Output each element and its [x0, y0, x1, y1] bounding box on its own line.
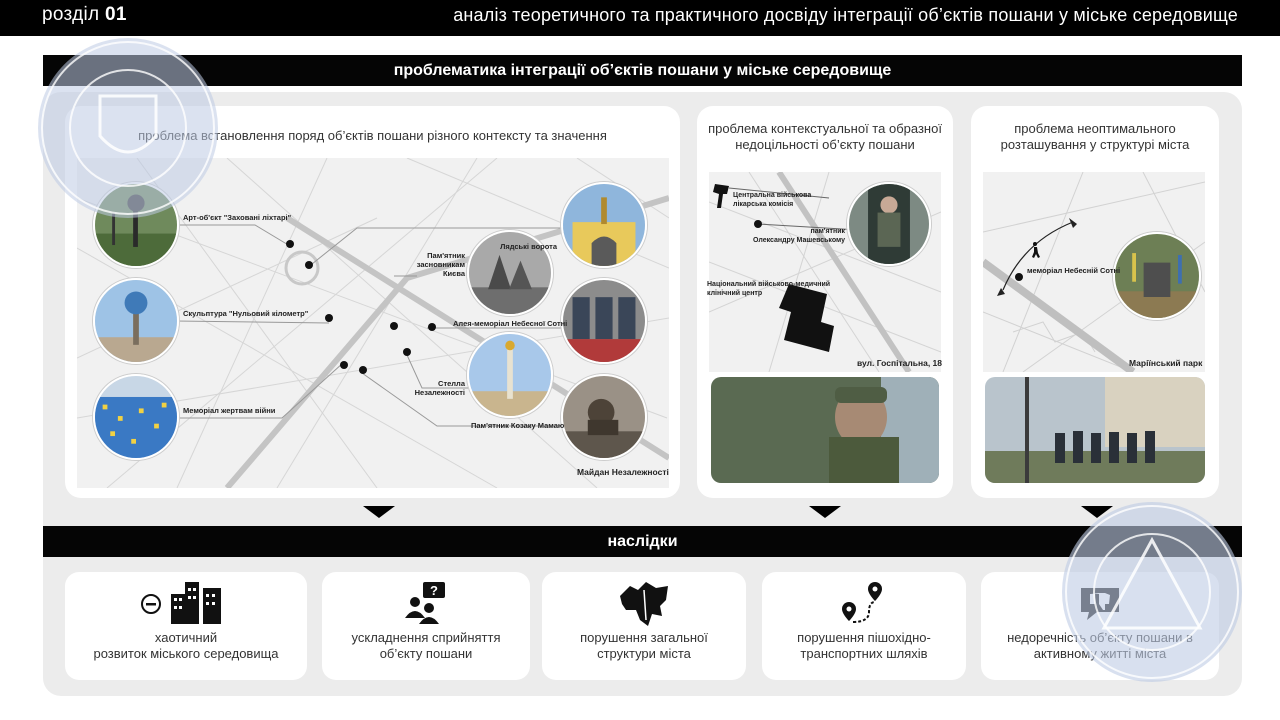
- arrow-down-icon: [363, 506, 395, 518]
- photo-mamai-monument: [561, 374, 647, 460]
- label-commission: Центральна військова лікарська комісія: [733, 192, 812, 208]
- label-maidan: Майдан Незалежності: [577, 467, 669, 477]
- photo-heavenly-hundred-memorial: [1113, 232, 1201, 320]
- page-title: аналіз теоретичного та практичного досві…: [453, 5, 1238, 25]
- panel-title: проблема контекстуальної та образної нед…: [708, 121, 942, 152]
- effect-card-perception: ? ускладнення сприйняття об’єкту пошани: [322, 572, 530, 680]
- svg-text:?: ?: [430, 583, 438, 598]
- map-dot: [325, 314, 333, 322]
- panel-suboptimal-location: проблема неоптимального розташування у с…: [971, 106, 1219, 498]
- label-zero-kilometer: Скульптура "Нульовий кілометр": [183, 309, 309, 318]
- map-dot: [428, 323, 436, 331]
- section-word: розділ: [42, 4, 100, 25]
- city-map-icon: [542, 580, 746, 628]
- section-number: 01: [105, 4, 127, 25]
- effect-text: порушення загальної структури міста: [580, 630, 708, 661]
- photo-independence-column: [467, 332, 553, 418]
- label-mashevsky: пам'ятник Олександру Машевському: [752, 228, 845, 244]
- arrow-down-icon: [809, 506, 841, 518]
- label-memorial: меморіал Небесній Сотні: [1027, 266, 1121, 275]
- map-dot: [1015, 273, 1023, 281]
- effect-card-routes: порушення пішохідно-транспортних шляхів: [762, 572, 966, 680]
- map-dot: [359, 366, 367, 374]
- label-medical-center: Національний військово-медичний клінічний…: [707, 281, 831, 297]
- label-mamai: Пам'ятник Козаку Мамаю: [471, 421, 565, 430]
- buildings-minus-icon: [65, 580, 307, 628]
- map-dot: [286, 240, 294, 248]
- label-park: Маріїнський парк: [1129, 358, 1203, 368]
- map-dot: [390, 322, 398, 330]
- route-pins-icon: [762, 580, 966, 628]
- panel-contextual-inappropriateness: проблема контекстуальної та образної нед…: [697, 106, 953, 498]
- label-founders: Пам'ятник засновникам Києва: [416, 251, 465, 278]
- section-label: розділ 01: [42, 4, 127, 26]
- university-seal-watermark: [38, 38, 218, 218]
- effect-text: порушення пішохідно-транспортних шляхів: [797, 630, 931, 661]
- photo-heavenly-hundred-alley: [561, 278, 647, 364]
- photo-zero-kilometer: [93, 278, 179, 364]
- effect-card-city-structure: порушення загальної структури міста: [542, 572, 746, 680]
- photo-lyadski-gate: [561, 182, 647, 268]
- label-alley: Алея-меморіал Небесної Сотні: [453, 319, 568, 328]
- photo-war-memorial: [93, 374, 179, 460]
- photo-park-crowd: [985, 377, 1205, 483]
- photo-monument-closeup: [711, 377, 939, 483]
- effect-text: хаотичний розвиток міського середовища: [93, 630, 279, 661]
- map-dot: [403, 348, 411, 356]
- effect-text: ускладнення сприйняття об’єкту пошани: [351, 630, 501, 661]
- photo-mashevsky-monument: [847, 182, 931, 266]
- label-stela: Стелла Незалежності: [414, 379, 465, 397]
- label-war-memorial: Меморіал жертвам війни: [183, 406, 276, 415]
- label-lyadski-gate: Лядські ворота: [500, 242, 557, 251]
- panel-title: проблема неоптимального розташування у с…: [1000, 121, 1190, 152]
- top-bar: розділ 01 аналіз теоретичного та практич…: [0, 0, 1280, 36]
- university-seal-watermark: [1062, 502, 1242, 682]
- people-question-icon: ?: [322, 580, 530, 628]
- map-dot: [305, 261, 313, 269]
- effect-card-chaotic-development: хаотичний розвиток міського середовища: [65, 572, 307, 680]
- problems-band: проблематика інтеграції об’єктів пошани …: [43, 55, 1242, 86]
- label-street: вул. Госпітальна, 18: [857, 358, 943, 368]
- map-dot: [340, 361, 348, 369]
